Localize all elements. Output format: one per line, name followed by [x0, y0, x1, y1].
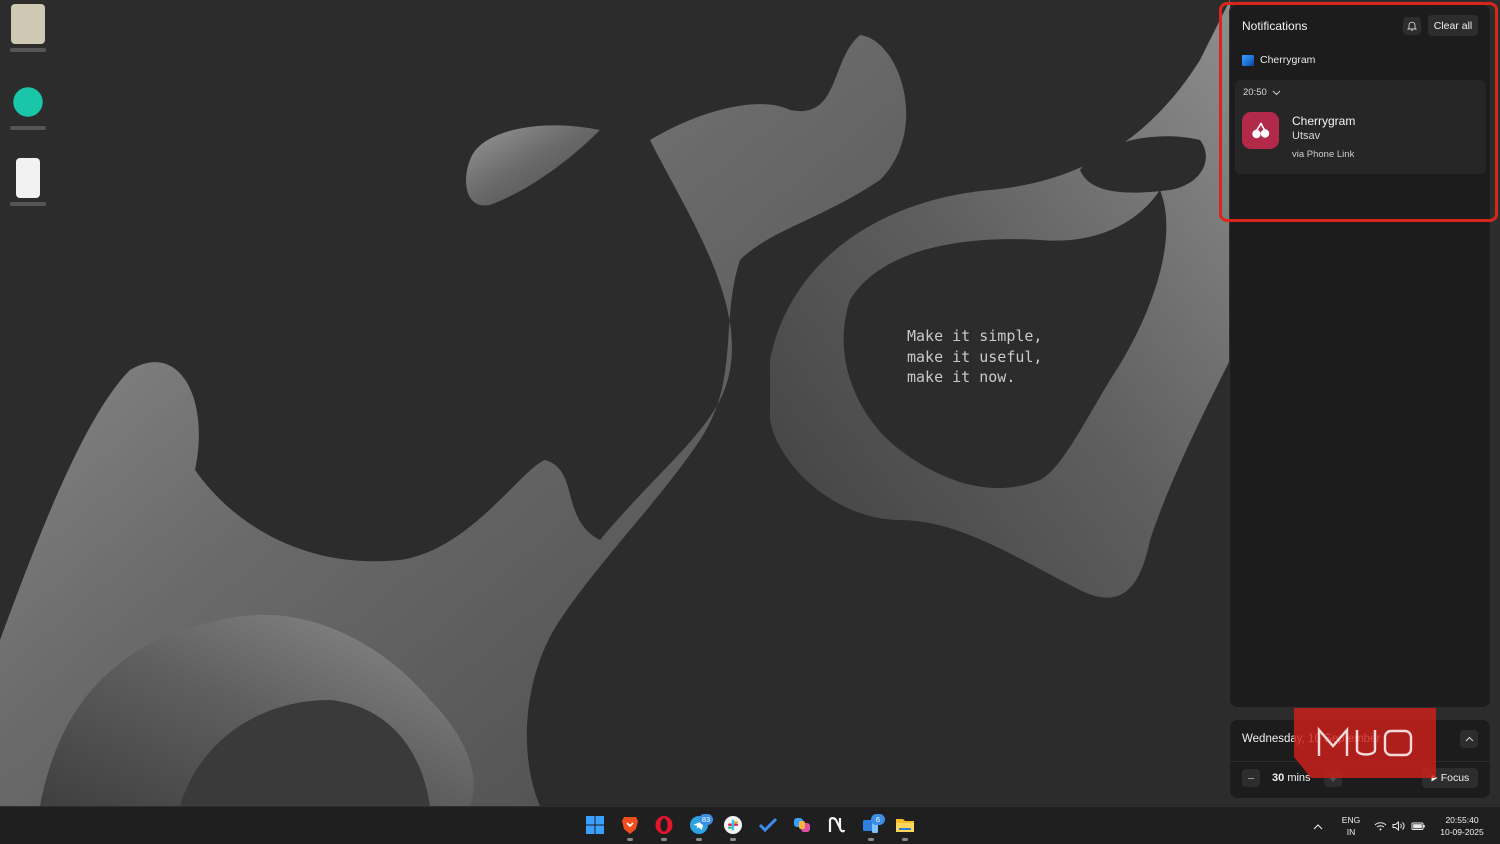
desktop-icon-1[interactable]	[6, 4, 50, 60]
input-language-button[interactable]: ENG IN	[1339, 814, 1363, 838]
cherrygram-avatar	[1242, 112, 1279, 149]
notifications-title: Notifications	[1242, 19, 1308, 33]
desktop-icon-label	[10, 48, 46, 52]
notification-source: via Phone Link	[1292, 149, 1355, 160]
copilot-icon	[794, 818, 810, 832]
running-indicator	[661, 838, 667, 841]
do-not-disturb-icon	[1407, 21, 1417, 31]
notification-app-group[interactable]: Cherrygram	[1242, 53, 1315, 67]
notification-app-name: Cherrygram	[1292, 114, 1356, 128]
clock-date: 10-09-2025	[1440, 827, 1484, 837]
folder-icon	[896, 819, 914, 832]
wallpaper-quote: Make it simple, make it useful, make it …	[907, 326, 1042, 388]
app-group-name: Cherrygram	[1260, 54, 1316, 66]
document-thumbnail-icon	[11, 4, 45, 44]
focus-duration-value: 30	[1272, 772, 1285, 784]
running-indicator	[696, 838, 702, 841]
taskbar	[0, 806, 1500, 844]
cherry-icon	[1251, 122, 1269, 138]
running-indicator	[902, 838, 908, 841]
notion-icon	[828, 817, 846, 833]
taskbar-opera[interactable]	[652, 813, 676, 837]
focus-duration: 30 mins	[1272, 772, 1311, 784]
opera-icon	[655, 816, 673, 834]
speaker-icon	[1392, 820, 1405, 832]
phone-link-app-icon	[1242, 54, 1254, 66]
todo-icon	[758, 817, 778, 833]
language-code: ENG	[1341, 815, 1361, 825]
do-not-disturb-button[interactable]	[1403, 17, 1421, 35]
running-indicator	[868, 838, 874, 841]
desktop-icon-2[interactable]	[6, 82, 50, 138]
desktop-icon-label	[10, 202, 46, 206]
taskbar-notion[interactable]	[825, 813, 849, 837]
clear-all-button[interactable]: Clear all	[1428, 15, 1478, 36]
battery-charging-icon	[1411, 822, 1425, 830]
wifi-button[interactable]	[1374, 818, 1387, 836]
calendar-collapse-button[interactable]	[1460, 730, 1478, 748]
taskbar-copilot[interactable]	[790, 813, 814, 837]
language-region: IN	[1346, 827, 1356, 837]
brave-icon	[622, 817, 638, 834]
slack-icon	[724, 816, 742, 834]
focus-duration-unit: mins	[1287, 772, 1311, 784]
notification-time-label: 20:50	[1243, 87, 1267, 98]
telegram-unread-badge: 83	[699, 814, 713, 825]
chevron-up-icon	[1465, 736, 1473, 742]
taskbar-start-button[interactable]	[583, 813, 607, 837]
taskbar-file-explorer[interactable]	[893, 813, 917, 837]
running-indicator	[730, 838, 736, 841]
blank-file-icon	[16, 158, 40, 198]
taskbar-brave[interactable]	[618, 813, 642, 837]
notification-sender: Utsav	[1292, 130, 1321, 142]
quote-line-1: Make it simple,	[907, 327, 1043, 345]
desktop-icon-label	[10, 126, 46, 130]
quote-line-3: make it now.	[907, 368, 1016, 386]
taskbar-clock[interactable]: 20:55:40 10-09-2025	[1432, 814, 1492, 838]
battery-button[interactable]	[1411, 818, 1426, 836]
chevron-up-icon	[1313, 824, 1323, 830]
taskbar-slack[interactable]	[721, 813, 745, 837]
minus-icon: −	[1247, 770, 1255, 786]
chevron-down-icon	[1272, 90, 1281, 95]
muo-logo-icon	[1317, 726, 1413, 757]
desktop-icon-3[interactable]	[6, 158, 50, 214]
notification-time[interactable]: 20:50	[1243, 87, 1281, 98]
focus-label: Focus	[1440, 772, 1470, 784]
clock-time: 20:55:40	[1445, 815, 1479, 825]
quote-line-2: make it useful,	[907, 347, 1043, 366]
running-indicator	[627, 838, 633, 841]
volume-button[interactable]	[1392, 818, 1406, 836]
windows-icon	[586, 816, 604, 834]
tray-overflow-button[interactable]	[1313, 818, 1323, 836]
muo-watermark-logo	[1294, 708, 1436, 778]
wifi-icon	[1374, 822, 1387, 831]
chat-app-icon	[11, 82, 45, 122]
focus-decrease-button[interactable]: −	[1242, 769, 1260, 787]
phone-link-badge: 6	[871, 814, 885, 825]
taskbar-todo[interactable]	[756, 813, 780, 837]
